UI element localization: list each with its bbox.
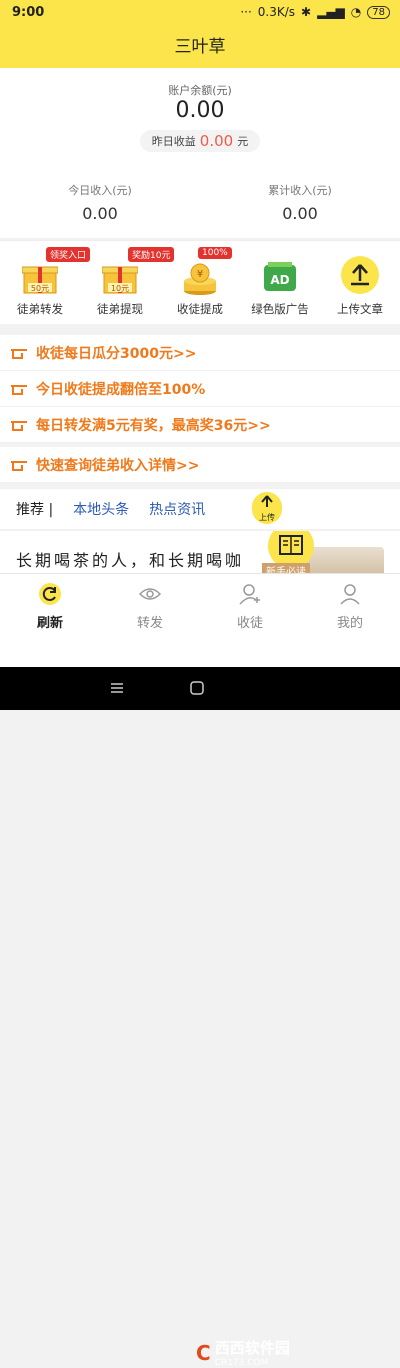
tab-refresh[interactable]: 刷新 bbox=[0, 574, 100, 638]
today-income: 今日收入(元) 0.00 bbox=[0, 182, 200, 223]
bottom-spacer bbox=[0, 637, 400, 667]
promo-text: 今日收徒提成翻倍至100% bbox=[36, 381, 206, 398]
tab-label: 转发 bbox=[136, 616, 163, 631]
total-income: 累计收入(元) 0.00 bbox=[200, 182, 400, 223]
system-nav-bar: C 西西软件园 CR173.COM bbox=[0, 667, 400, 1368]
bluetooth-icon: ✱ bbox=[301, 5, 312, 19]
status-bar: 9:00 ··· 0.3K/s ✱ ▂▄▆ ◔ 78 bbox=[0, 0, 400, 26]
home-icon[interactable] bbox=[190, 681, 204, 695]
upload-icon bbox=[341, 256, 379, 294]
feature-apprentice-forward[interactable]: 领奖入口 50元 徒弟转发 bbox=[0, 241, 91, 325]
battery-icon: 78 bbox=[367, 5, 390, 19]
feature-label: 徒弟转发 bbox=[17, 302, 63, 316]
promo-row-2[interactable]: 今日收徒提成翻倍至100% bbox=[0, 371, 400, 407]
feature-label: 徒弟提现 bbox=[97, 302, 143, 316]
pointing-hand-icon bbox=[11, 348, 27, 359]
today-income-label: 今日收入(元) bbox=[68, 184, 132, 197]
ellipsis-icon: ··· bbox=[240, 5, 252, 19]
tab-forward[interactable]: 转发 bbox=[100, 574, 200, 638]
tab-label: 我的 bbox=[336, 616, 363, 631]
wifi-icon: ◔ bbox=[350, 5, 362, 19]
article-title: 长期喝茶的人，和长期喝咖 bbox=[16, 551, 245, 570]
add-user-icon bbox=[239, 584, 260, 605]
user-icon bbox=[340, 584, 360, 605]
gift-tag-50: 50元 bbox=[31, 284, 49, 293]
tab-mine[interactable]: 我的 bbox=[300, 574, 400, 638]
watermark-brand: 西西软件园 bbox=[214, 1339, 290, 1357]
total-income-value: 0.00 bbox=[282, 204, 318, 223]
feature-label: 上传文章 bbox=[337, 302, 383, 316]
promo-row-4[interactable]: 快速查询徒弟收入详情>> bbox=[0, 447, 400, 483]
pointing-hand-icon bbox=[11, 384, 27, 395]
tab-recruit[interactable]: 收徒 bbox=[200, 574, 300, 638]
yesterday-label: 昨日收益 bbox=[151, 135, 196, 148]
tab-local-news[interactable]: 本地头条 bbox=[73, 499, 129, 519]
gift-icon: 10元 bbox=[102, 266, 138, 294]
badge-100-percent: 100% bbox=[198, 247, 232, 259]
watermark-site: CR173.COM bbox=[214, 1358, 269, 1368]
feature-label: 绿色版广告 bbox=[251, 302, 309, 316]
promo-row-1[interactable]: 收徒每日瓜分3000元>> bbox=[0, 335, 400, 371]
signal-icon: ▂▄▆ bbox=[317, 5, 345, 19]
feature-apprentice-withdraw[interactable]: 奖励10元 10元 徒弟提现 bbox=[80, 241, 175, 325]
promo-text: 每日转发满5元有奖，最高奖36元>> bbox=[36, 417, 271, 434]
tab-label: 刷新 bbox=[36, 616, 63, 631]
promo-text: 收徒每日瓜分3000元>> bbox=[36, 345, 197, 362]
coins-icon: ¥ bbox=[184, 263, 216, 295]
svg-text:¥: ¥ bbox=[197, 269, 203, 280]
net-speed: 0.3K/s bbox=[257, 5, 296, 19]
upload-arrow-icon bbox=[261, 495, 273, 507]
pointing-hand-icon bbox=[11, 460, 27, 471]
feature-green-ads[interactable]: AD 绿色版广告 bbox=[240, 241, 320, 325]
newbie-ribbon: 新手必读 bbox=[262, 563, 310, 573]
refresh-icon bbox=[39, 583, 61, 605]
page-title: 三叶草 bbox=[0, 26, 400, 68]
ad-icon-text: AD bbox=[270, 273, 289, 287]
today-income-value: 0.00 bbox=[82, 204, 118, 223]
yesterday-value: 0.00 bbox=[199, 132, 234, 150]
balance-card: 账户余额(元) 0.00 昨日收益 0.00 元 今日收入(元) 0.00 累计… bbox=[0, 68, 400, 238]
feature-recruit-commission[interactable]: 100% ¥ 收徒提成 bbox=[160, 241, 240, 325]
upload-button-label: 上传 bbox=[259, 513, 275, 522]
recommend-bar: 推荐 | 本地头条 热点资讯 bbox=[0, 489, 400, 529]
menu-icon[interactable] bbox=[110, 681, 124, 695]
status-time: 9:00 bbox=[12, 5, 45, 20]
balance-value: 0.00 bbox=[175, 98, 225, 123]
feature-grid: 领奖入口 50元 徒弟转发 奖励10元 10元 徒弟提现 100% ¥ 收徒提成… bbox=[0, 240, 400, 324]
eye-icon bbox=[138, 588, 162, 600]
recommend-label: 推荐 | bbox=[16, 502, 54, 518]
watermark-logo: C 西西软件园 CR173.COM bbox=[196, 1337, 290, 1368]
promo-text: 快速查询徒弟收入详情>> bbox=[36, 457, 200, 474]
balance-label: 账户余额(元) bbox=[168, 84, 232, 97]
tab-hot-news[interactable]: 热点资讯 bbox=[149, 499, 205, 519]
pointing-hand-icon bbox=[11, 420, 27, 431]
bottom-tab-bar: 刷新 转发 收徒 我的 bbox=[0, 573, 400, 637]
gift-tag-10: 10元 bbox=[111, 284, 129, 293]
feature-label: 收徒提成 bbox=[177, 302, 223, 316]
ad-icon: AD bbox=[264, 262, 296, 291]
feature-upload-article[interactable]: 上传文章 bbox=[320, 241, 400, 325]
promo-row-3[interactable]: 每日转发满5元有奖，最高奖36元>> bbox=[0, 407, 400, 443]
yesterday-unit: 元 bbox=[237, 135, 249, 148]
total-income-label: 累计收入(元) bbox=[268, 184, 332, 197]
watermark-c-icon: C bbox=[196, 1340, 211, 1365]
upload-button[interactable]: 上传 bbox=[252, 492, 282, 524]
tab-label: 收徒 bbox=[236, 616, 263, 631]
article-card[interactable]: 长期喝茶的人，和长期喝咖 新手必读 bbox=[0, 531, 400, 573]
yesterday-earnings: 昨日收益 0.00 元 bbox=[140, 130, 260, 152]
gift-icon: 50元 bbox=[22, 266, 58, 294]
